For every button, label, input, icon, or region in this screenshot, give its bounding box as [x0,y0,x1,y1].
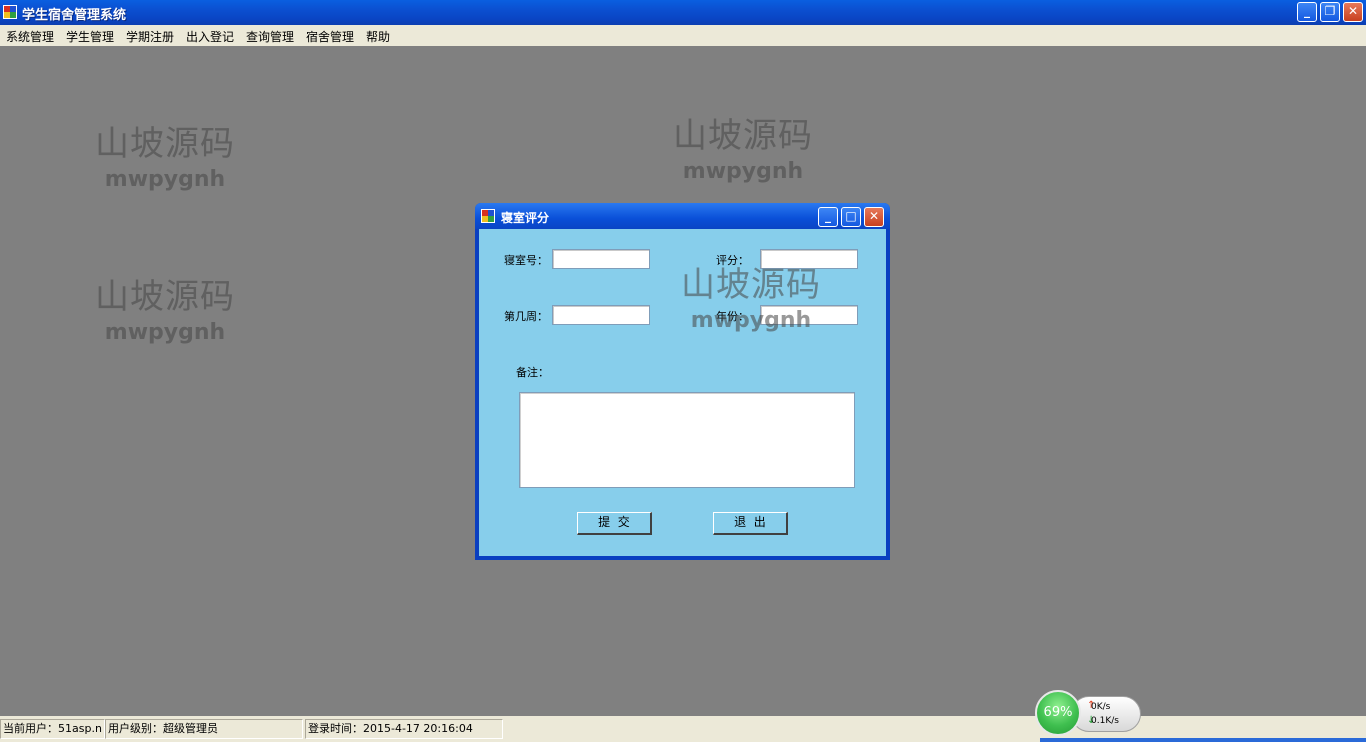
menu-term-register[interactable]: 学期注册 [126,28,174,45]
submit-button[interactable]: 提 交 [577,512,652,535]
dialog-body: 寝室号： 评分： 第几周： 年份： 备注： 提 交 退 出 山坡源码 mwpygn… [479,229,886,556]
restore-button[interactable]: ❐ [1320,2,1340,22]
app-title-bar[interactable]: 学生宿舍管理系统 _ ❐ ✕ [0,0,1366,25]
menu-student[interactable]: 学生管理 [66,28,114,45]
upload-speed: 0K/s [1091,702,1111,712]
app-title: 学生宿舍管理系统 [22,8,127,23]
download-speed: 0.1K/s [1091,716,1119,726]
dialog-app-icon [481,209,495,223]
menu-dorm[interactable]: 宿舍管理 [306,28,354,45]
app-icon [3,5,17,19]
watermark: 山坡源码 mwpygnh [95,124,235,192]
close-button[interactable]: ✕ [1343,2,1363,22]
week-input[interactable] [552,305,650,325]
room-number-label: 寝室号： [504,254,548,267]
status-login-time: 登录时间：2015-4-17 20:16:04 [305,719,503,739]
network-monitor-widget[interactable]: ↑ 0K/s ↓ 0.1K/s 69% [1035,690,1143,738]
remark-label: 备注： [516,366,549,379]
dialog-close-button[interactable]: ✕ [864,207,884,227]
week-label: 第几周： [504,310,548,323]
menu-system[interactable]: 系统管理 [6,28,54,45]
dialog-title: 寝室评分 [501,211,550,225]
status-current-user: 当前用户：51asp.n [0,719,105,739]
dialog-title-bar[interactable]: 寝室评分 _ □ ✕ [475,203,890,229]
dialog-maximize-button[interactable]: □ [841,207,861,227]
menu-bar: 系统管理 学生管理 学期注册 出入登记 查询管理 宿舍管理 帮助 [0,25,1366,46]
room-score-dialog: 寝室评分 _ □ ✕ 寝室号： 评分： 第几周： 年份： 备注： 提 交 退 出… [475,203,890,560]
remark-textarea[interactable] [519,392,855,488]
watermark: 山坡源码 mwpygnh [681,265,821,333]
menu-query[interactable]: 查询管理 [246,28,294,45]
taskbar-strip [1040,738,1366,742]
watermark: 山坡源码 mwpygnh [95,277,235,345]
status-user-level: 用户级别：超级管理员 [105,719,303,739]
menu-in-out[interactable]: 出入登记 [186,28,234,45]
exit-button[interactable]: 退 出 [713,512,788,535]
minimize-button[interactable]: _ [1297,2,1317,22]
dialog-minimize-button[interactable]: _ [818,207,838,227]
memory-usage-ball[interactable]: 69% [1035,690,1081,736]
watermark: 山坡源码 mwpygnh [673,116,813,184]
room-number-input[interactable] [552,249,650,269]
menu-help[interactable]: 帮助 [366,28,390,45]
